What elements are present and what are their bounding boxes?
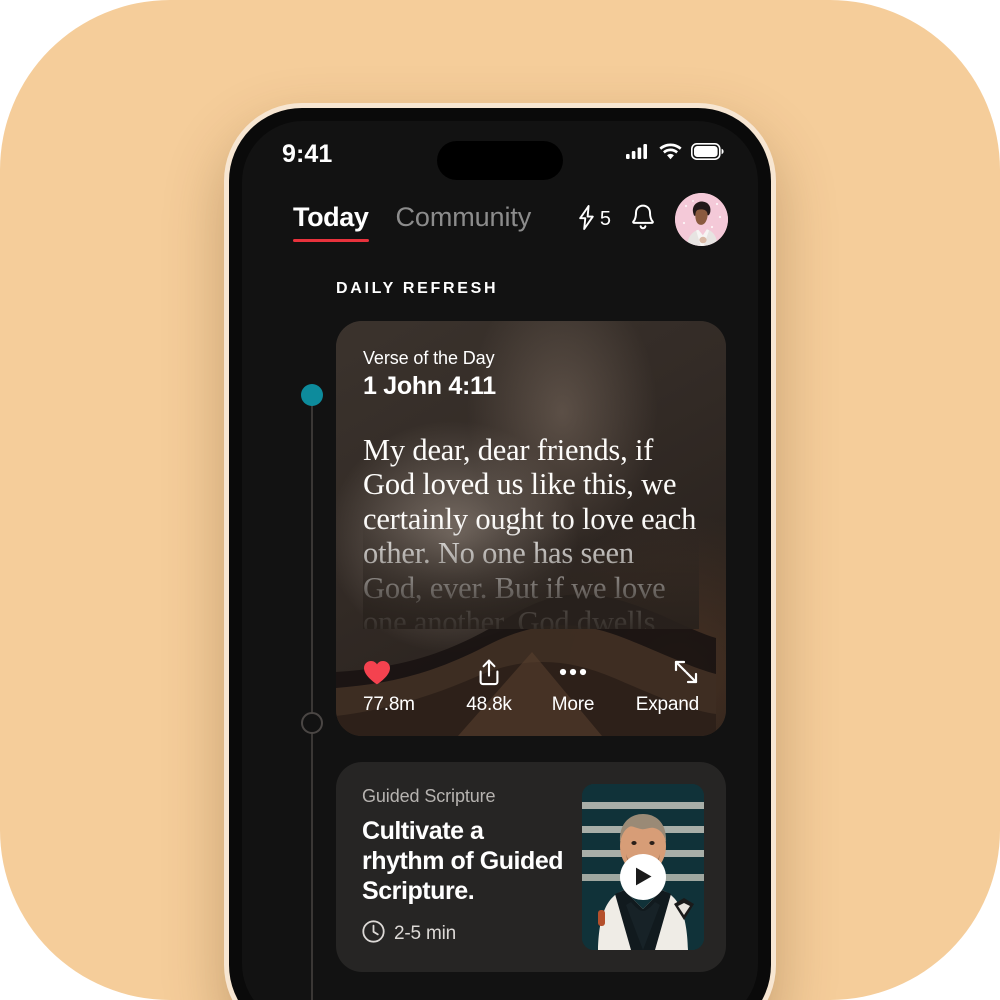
ellipsis-icon xyxy=(559,659,587,685)
verse-action-bar: 77.8m 48.8k More Expand xyxy=(363,659,699,716)
bell-icon[interactable] xyxy=(630,203,656,236)
battery-full-icon xyxy=(691,143,724,165)
cellular-signal-icon xyxy=(626,143,650,165)
expand-action[interactable]: Expand xyxy=(615,659,699,716)
verse-of-the-day-card[interactable]: Verse of the Day 1 John 4:11 My dear, de… xyxy=(336,321,726,736)
wifi-icon xyxy=(659,143,682,165)
status-bar: 9:41 xyxy=(242,121,758,183)
screenshot-stage: 9:41 Today Community 5 DAILY REFRESH Ver… xyxy=(0,0,1000,1000)
phone-screen: 9:41 Today Community 5 DAILY REFRESH Ver… xyxy=(242,121,758,1000)
status-indicators xyxy=(626,143,724,165)
guided-duration: 2-5 min xyxy=(394,923,456,945)
streak-badge[interactable]: 5 xyxy=(578,204,611,235)
tab-today[interactable]: Today xyxy=(293,202,369,244)
play-icon[interactable] xyxy=(620,853,666,900)
guided-title: Cultivate a rhythm of Guided Scripture. xyxy=(362,816,564,906)
guided-meta: 2-5 min xyxy=(362,920,566,948)
like-count: 77.8m xyxy=(363,694,415,715)
share-action[interactable]: 48.8k xyxy=(447,659,531,716)
heart-filled-icon xyxy=(363,659,391,685)
verse-reference: 1 John 4:11 xyxy=(363,372,496,400)
expand-icon xyxy=(673,659,699,685)
lightning-bolt-icon xyxy=(578,204,595,235)
like-action[interactable]: 77.8m xyxy=(363,659,447,716)
dynamic-island xyxy=(437,141,563,180)
more-label: More xyxy=(551,694,595,715)
share-icon xyxy=(477,659,501,685)
share-count: 48.8k xyxy=(466,694,512,715)
expand-label: Expand xyxy=(635,694,699,715)
timeline-line xyxy=(311,395,313,1000)
phone-bezel: 9:41 Today Community 5 DAILY REFRESH Ver… xyxy=(229,108,771,1000)
phone-device-frame: 9:41 Today Community 5 DAILY REFRESH Ver… xyxy=(224,103,776,1000)
timeline-dot-active[interactable] xyxy=(301,384,323,406)
streak-count: 5 xyxy=(599,208,611,230)
guided-scripture-card[interactable]: Guided Scripture Cultivate a rhythm of G… xyxy=(336,762,726,972)
guided-card-text: Guided Scripture Cultivate a rhythm of G… xyxy=(362,786,566,949)
nav-actions: 5 xyxy=(578,193,728,252)
verse-text-container: My dear, dear friends, if God loved us l… xyxy=(363,433,699,629)
clock-icon xyxy=(362,920,385,948)
timeline-dot-next[interactable] xyxy=(301,712,323,734)
guided-eyebrow: Guided Scripture xyxy=(362,785,496,806)
video-thumbnail[interactable] xyxy=(582,784,704,950)
tab-community[interactable]: Community xyxy=(396,202,532,244)
verse-text: My dear, dear friends, if God loved us l… xyxy=(363,433,697,629)
main-content: DAILY REFRESH Verse of the Day 1 John 4:… xyxy=(242,252,758,1000)
timeline-rail xyxy=(301,252,323,1000)
more-action[interactable]: More xyxy=(531,659,615,716)
verse-eyebrow: Verse of the Day xyxy=(363,348,495,368)
status-time: 9:41 xyxy=(282,139,333,168)
tab-bar: Today Community xyxy=(293,202,531,244)
avatar[interactable] xyxy=(675,193,728,246)
top-navigation: Today Community 5 xyxy=(242,183,758,252)
